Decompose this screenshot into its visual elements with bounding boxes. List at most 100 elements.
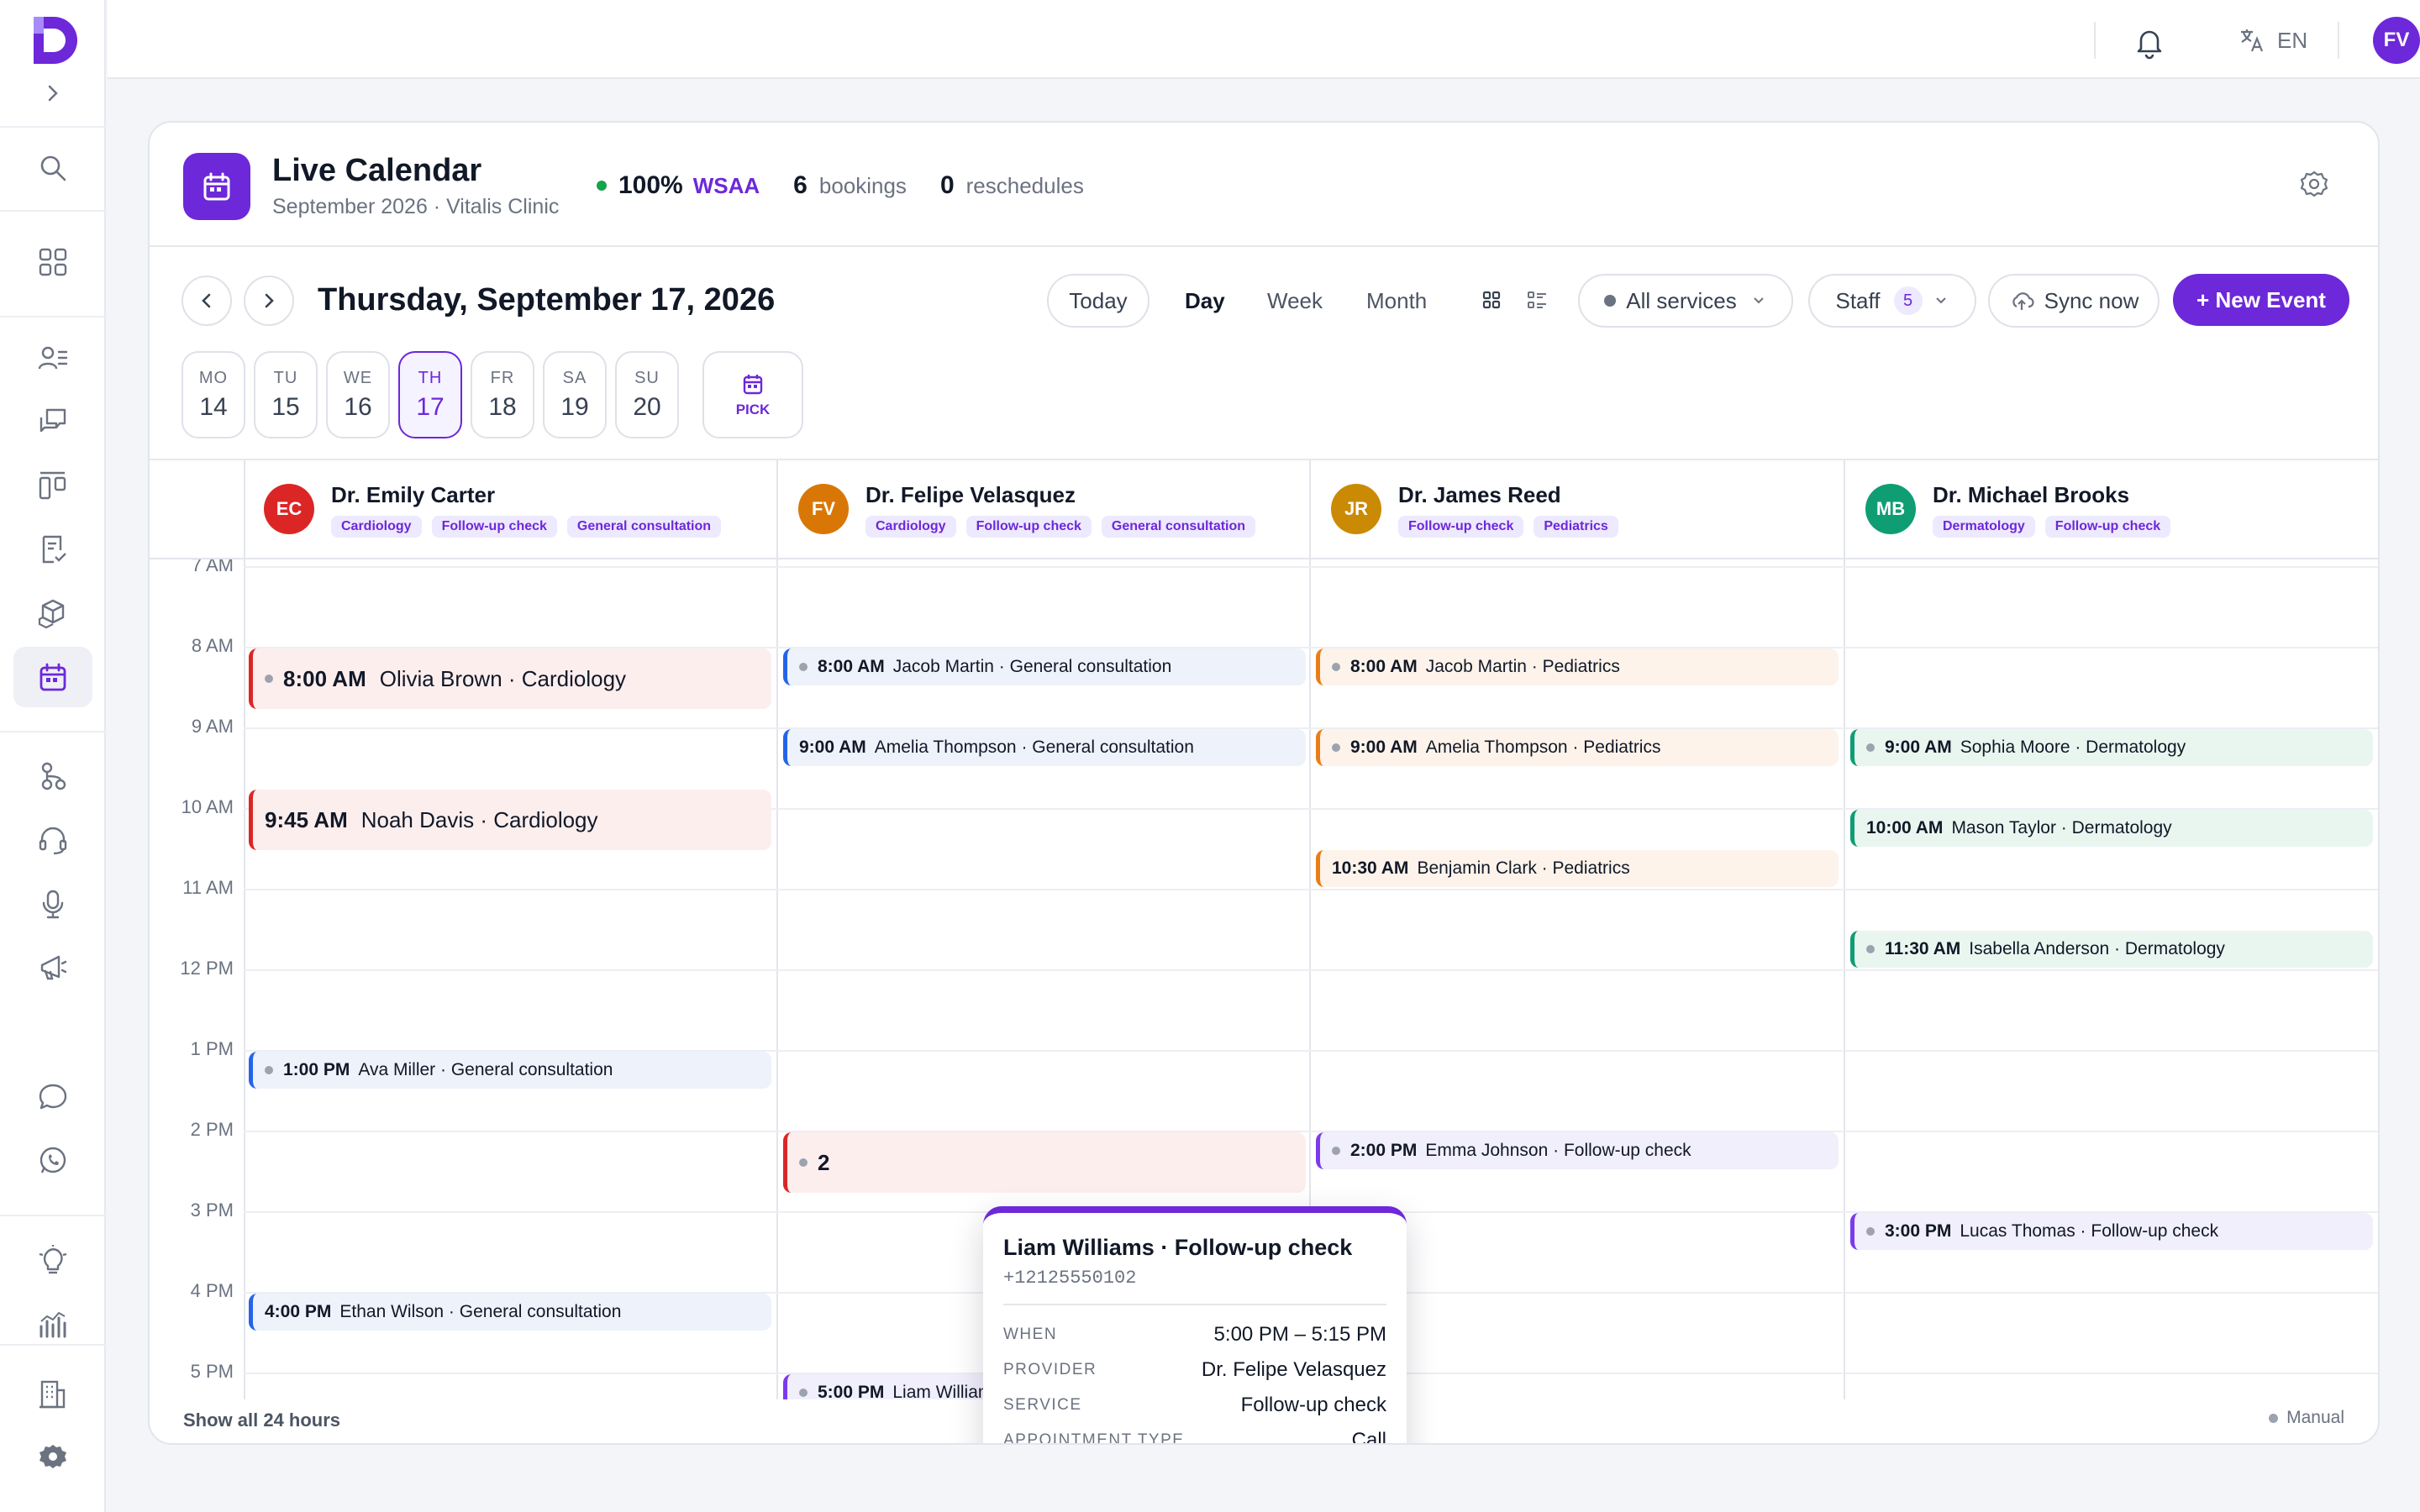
sidebar-divider bbox=[0, 126, 106, 128]
appointment-event[interactable]: 8:00 AM Jacob Martin · Pediatrics bbox=[1316, 648, 1839, 685]
appointment-event[interactable]: 8:00 AM Olivia Brown · Cardiology bbox=[249, 648, 771, 709]
next-day-button[interactable] bbox=[244, 276, 294, 326]
event-title: Amelia Thompson · Pediatrics bbox=[1425, 738, 1661, 757]
resource-header[interactable]: EC Dr. Emily Carter Cardiology Follow-up ch… bbox=[244, 460, 776, 558]
language-switcher[interactable]: EN bbox=[2238, 24, 2307, 57]
grid-view-icon[interactable] bbox=[1479, 287, 1504, 312]
settings-icon[interactable] bbox=[33, 1438, 73, 1478]
event-title: Isabella Anderson · Dermatology bbox=[1969, 939, 2225, 958]
flow-icon[interactable] bbox=[33, 756, 73, 796]
chevron-right-icon[interactable] bbox=[40, 81, 66, 106]
view-week-tab[interactable]: Week bbox=[1267, 279, 1323, 323]
event-title: Emma Johnson · Follow-up check bbox=[1425, 1141, 1691, 1160]
staff-filter[interactable]: Staff 5 bbox=[1808, 274, 1976, 328]
app-logo[interactable] bbox=[29, 13, 79, 67]
appointment-event[interactable]: 4:00 PM Ethan Wilson · General consultati… bbox=[249, 1294, 771, 1331]
popover-provider-label: PROVIDER bbox=[1003, 1361, 1097, 1378]
appointment-event[interactable]: 10:30 AM Benjamin Clark · Pediatrics bbox=[1316, 850, 1839, 887]
event-title: Jacob Martin · General consultation bbox=[892, 657, 1172, 676]
day-chip-fr[interactable]: FR 18 bbox=[471, 351, 534, 438]
view-month-tab[interactable]: Month bbox=[1366, 279, 1427, 323]
popover-type-row: APPOINTMENT TYPE Call bbox=[1003, 1423, 1386, 1443]
settings-gear-icon[interactable] bbox=[2299, 170, 2329, 200]
day-chip-mo[interactable]: MO 14 bbox=[182, 351, 245, 438]
show-all-hours-link[interactable]: Show all 24 hours bbox=[183, 1410, 340, 1431]
support-icon[interactable] bbox=[33, 820, 73, 860]
status-dot bbox=[597, 181, 607, 191]
calendar-pick-icon bbox=[743, 375, 763, 395]
service-tag: General consultation bbox=[566, 516, 722, 538]
event-status-dot bbox=[1866, 743, 1875, 752]
service-tag: Follow-up check bbox=[2044, 516, 2171, 538]
event-time: 8:00 AM bbox=[283, 665, 366, 691]
service-tag: Dermatology bbox=[1933, 516, 2035, 538]
calendar-app-icon bbox=[183, 153, 250, 220]
popover-when-label: WHEN bbox=[1003, 1326, 1058, 1343]
board-icon[interactable] bbox=[33, 465, 73, 506]
prev-day-button[interactable] bbox=[182, 276, 232, 326]
resource-header[interactable]: FV Dr. Felipe Velasquez Cardiology Follow-u… bbox=[778, 460, 1311, 558]
event-title: Noah Davis · Cardiology bbox=[360, 806, 598, 832]
service-tag: Follow-up check bbox=[1398, 516, 1524, 538]
popover-when-value: 5:00 PM – 5:15 PM bbox=[1213, 1323, 1386, 1346]
checklist-icon[interactable] bbox=[33, 529, 73, 570]
appointment-event[interactable]: 2:00 PM Emma Johnson · Follow-up check bbox=[1316, 1132, 1839, 1169]
event-time: 10:00 AM bbox=[1866, 818, 1944, 837]
appointment-event[interactable]: 9:00 AM Amelia Thompson · General consult… bbox=[783, 729, 1306, 766]
contacts-icon[interactable] bbox=[33, 338, 73, 378]
today-button[interactable]: Today bbox=[1047, 274, 1150, 328]
analytics-icon[interactable] bbox=[33, 1304, 73, 1344]
appointment-event[interactable]: 11:30 AM Isabella Anderson · Dermatology bbox=[1850, 931, 2373, 968]
services-filter[interactable]: All services bbox=[1578, 274, 1793, 328]
message-icon[interactable] bbox=[33, 1077, 73, 1117]
event-status-dot bbox=[265, 1066, 273, 1074]
dashboard-icon[interactable] bbox=[33, 242, 73, 282]
staff-filter-label: Staff bbox=[1835, 287, 1881, 313]
appointment-event[interactable]: 2 bbox=[783, 1132, 1306, 1193]
hour-gridline bbox=[244, 1131, 2378, 1132]
top-bar: EN FV bbox=[108, 0, 2420, 79]
resource-header[interactable]: MB Dr. Michael Brooks Dermatology Follow-up… bbox=[1845, 460, 2378, 558]
appointment-event[interactable]: 9:00 AM Amelia Thompson · Pediatrics bbox=[1316, 729, 1839, 766]
appointment-event[interactable]: 3:00 PM Lucas Thomas · Follow-up check bbox=[1850, 1213, 2373, 1250]
day-chip-we[interactable]: WE 16 bbox=[326, 351, 390, 438]
megaphone-icon[interactable] bbox=[33, 948, 73, 988]
sidebar bbox=[0, 0, 106, 1512]
sidebar-divider bbox=[0, 1215, 106, 1216]
hour-gridline bbox=[244, 969, 2378, 971]
service-tag: General consultation bbox=[1101, 516, 1256, 538]
day-chip-th[interactable]: TH 17 bbox=[398, 351, 462, 438]
lightbulb-icon[interactable] bbox=[33, 1240, 73, 1280]
new-event-button[interactable]: + New Event bbox=[2173, 274, 2349, 326]
microphone-icon[interactable] bbox=[33, 884, 73, 924]
appointment-event[interactable]: 9:00 AM Sophia Moore · Dermatology bbox=[1850, 729, 2373, 766]
notifications-bell-icon[interactable] bbox=[2131, 24, 2168, 60]
popover-service-row: SERVICE Follow-up check bbox=[1003, 1388, 1386, 1423]
appointment-event[interactable]: 8:00 AM Jacob Martin · General consultati… bbox=[783, 648, 1306, 685]
view-day-tab[interactable]: Day bbox=[1185, 279, 1225, 323]
appointment-event[interactable]: 1:00 PM Ava Miller · General consultation bbox=[249, 1052, 771, 1089]
sidebar-divider bbox=[0, 731, 106, 732]
chat-icon[interactable] bbox=[33, 402, 73, 442]
appointment-event[interactable]: 9:45 AM Noah Davis · Cardiology bbox=[249, 790, 771, 850]
appointment-event[interactable]: 10:00 AM Mason Taylor · Dermatology bbox=[1850, 810, 2373, 847]
day-chip-tu[interactable]: TU 15 bbox=[254, 351, 318, 438]
resource-header[interactable]: JR Dr. James Reed Follow-up check Pediatric… bbox=[1311, 460, 1844, 558]
event-title: Ethan Wilson · General consultation bbox=[339, 1302, 622, 1321]
event-status-dot bbox=[799, 663, 808, 671]
list-view-icon[interactable] bbox=[1524, 287, 1549, 312]
search-icon[interactable] bbox=[33, 148, 73, 188]
reschedules-value: 0 bbox=[939, 171, 955, 199]
whatsapp-icon[interactable] bbox=[33, 1141, 73, 1181]
cloud-upload-icon bbox=[2012, 292, 2034, 310]
building-icon[interactable] bbox=[33, 1374, 73, 1415]
day-chip-sa[interactable]: SA 19 bbox=[543, 351, 607, 438]
day-chip-su[interactable]: SU 20 bbox=[615, 351, 679, 438]
sync-now-button[interactable]: Sync now bbox=[1988, 274, 2160, 328]
event-title: Sophia Moore · Dermatology bbox=[1960, 738, 2186, 757]
calendar-icon[interactable] bbox=[33, 657, 73, 697]
pick-date-button[interactable]: PICK bbox=[702, 351, 803, 438]
popover-phone[interactable]: +12125550102 bbox=[1003, 1268, 1386, 1289]
user-avatar[interactable]: FV bbox=[2373, 17, 2420, 64]
boxes-icon[interactable] bbox=[33, 593, 73, 633]
